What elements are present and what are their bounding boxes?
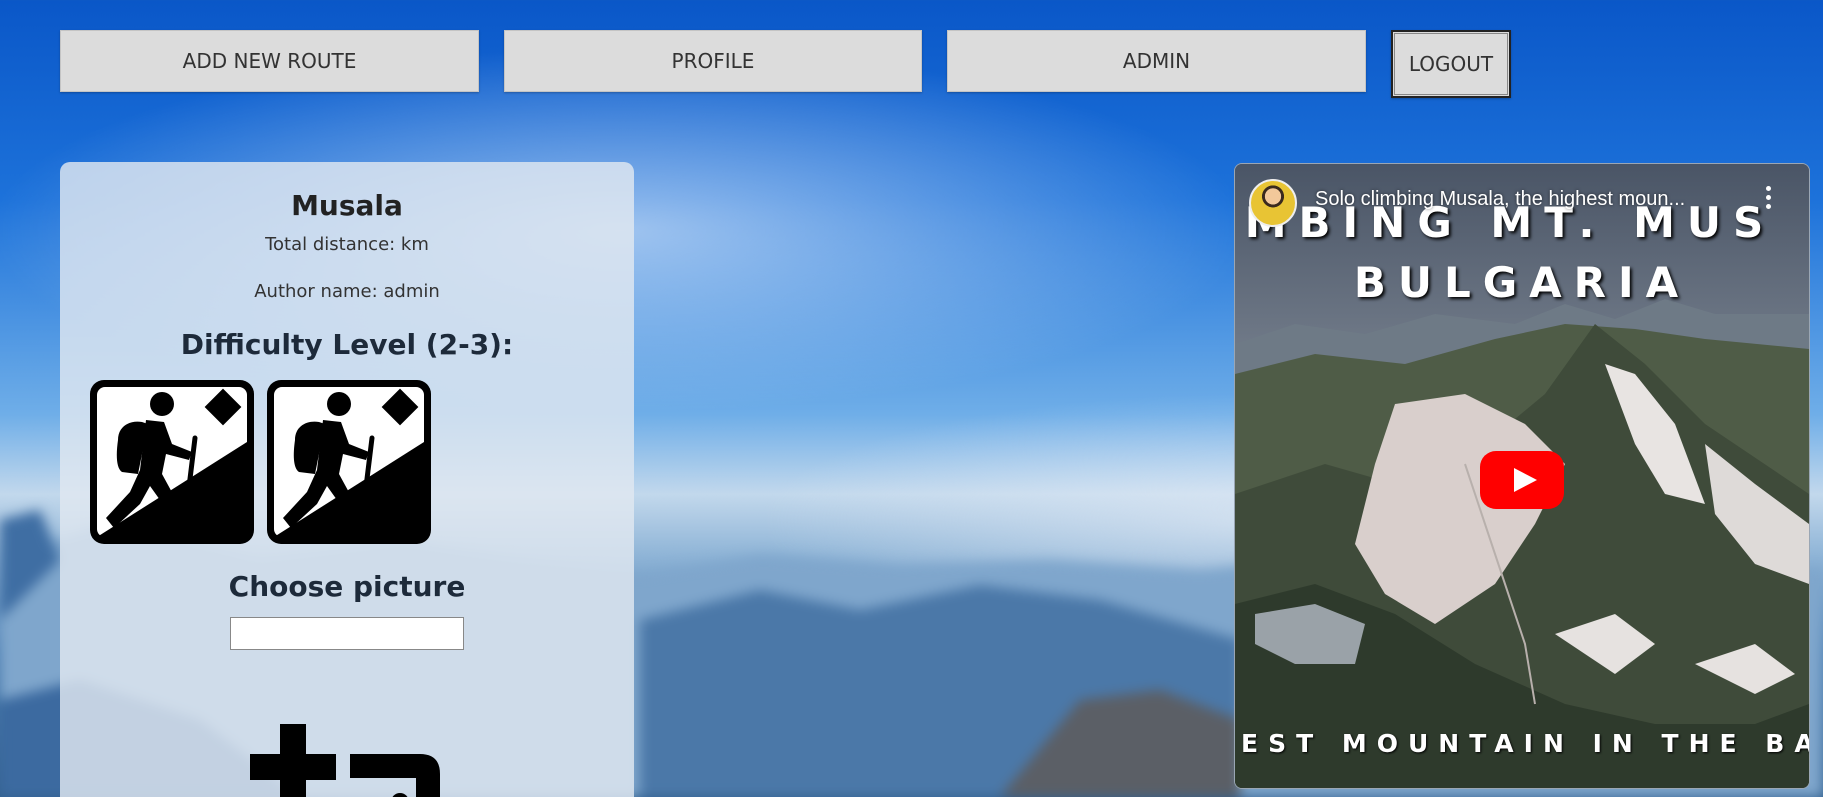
add-new-route-button[interactable]: ADD NEW ROUTE <box>60 30 479 92</box>
youtube-play-icon[interactable] <box>1480 451 1564 509</box>
admin-button[interactable]: ADMIN <box>947 30 1366 92</box>
channel-avatar[interactable] <box>1249 179 1297 227</box>
total-distance: Total distance: km <box>265 234 429 255</box>
difficulty-label: Difficulty Level (2-3): <box>180 328 514 361</box>
hiker-icon <box>267 380 431 544</box>
more-vert-icon[interactable] <box>1765 186 1771 216</box>
video-embed[interactable]: MBING MT. MUS BULGARIA EST MOUNTAIN IN T… <box>1234 163 1810 789</box>
route-card: Musala Total distance: km Author name: a… <box>60 162 634 797</box>
route-title: Musala <box>291 189 403 222</box>
difficulty-icons <box>88 378 433 546</box>
add-photo-icon[interactable] <box>250 724 450 797</box>
author-name: Author name: admin <box>254 281 440 302</box>
hiker-icon <box>90 380 254 544</box>
choose-picture-label: Choose picture <box>228 570 466 603</box>
video-overlay-bottom: EST MOUNTAIN IN THE BA <box>1241 729 1810 758</box>
profile-button[interactable]: PROFILE <box>504 30 922 92</box>
logout-button[interactable]: LOGOUT <box>1391 30 1511 98</box>
video-overlay-line2: BULGARIA <box>1353 258 1691 307</box>
video-title[interactable]: Solo climbing Musala, the highest moun..… <box>1315 188 1685 211</box>
picture-file-input[interactable] <box>230 617 464 650</box>
video-overlay-title: MBING MT. MUS BULGARIA <box>1235 202 1809 304</box>
